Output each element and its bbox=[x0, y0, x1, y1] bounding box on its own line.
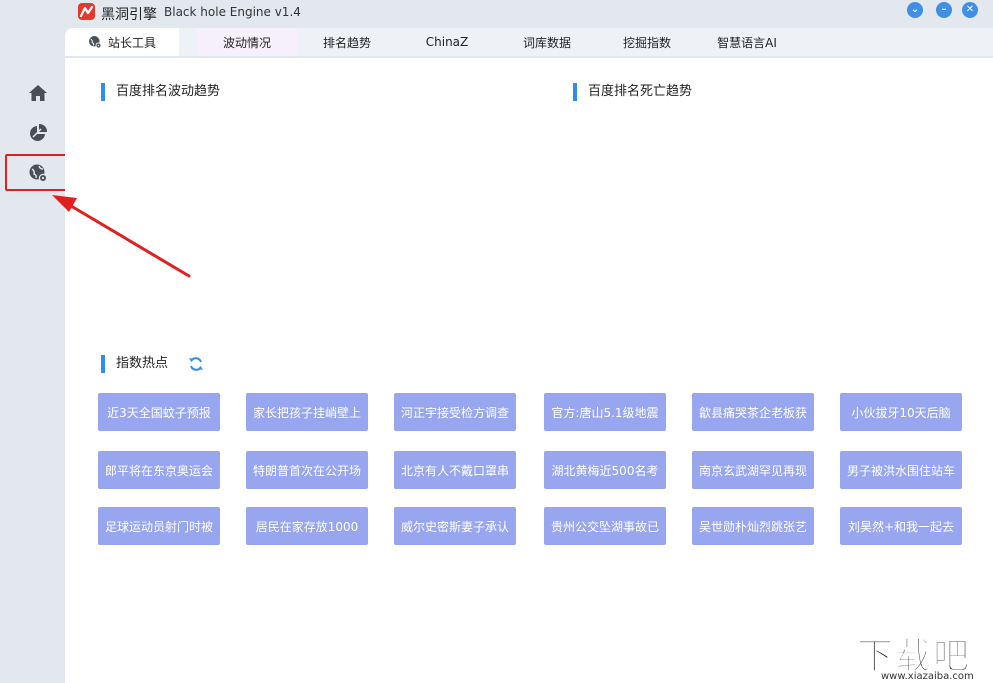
tab-label: 站长工具 bbox=[107, 35, 156, 50]
collapse-button[interactable]: ⌄ bbox=[907, 2, 923, 18]
tab-webmaster-tools[interactable]: 站长工具 bbox=[65, 28, 179, 56]
sidebar bbox=[0, 26, 65, 683]
tab-label: ChinaZ bbox=[425, 35, 469, 49]
home-icon bbox=[29, 85, 47, 101]
section-title-hot: 指数热点 bbox=[101, 354, 168, 374]
refresh-button[interactable] bbox=[188, 356, 204, 372]
watermark-url: www.xiazaiba.com bbox=[881, 671, 974, 682]
section-title-dead: 百度排名死亡趋势 bbox=[573, 82, 692, 102]
close-icon: ✕ bbox=[965, 4, 975, 15]
section-title-fluctuation: 百度排名波动趋势 bbox=[101, 82, 220, 102]
highlight-box bbox=[5, 154, 74, 191]
minimize-button[interactable]: – bbox=[936, 2, 952, 18]
hot-item[interactable]: 居民在家存放1000 bbox=[246, 507, 368, 545]
hot-item[interactable]: 男子被洪水围住站车 bbox=[840, 451, 962, 489]
sidebar-item-stats[interactable] bbox=[28, 123, 48, 143]
hot-item[interactable]: 特朗普首次在公开场 bbox=[246, 451, 368, 489]
hot-item[interactable]: 近3天全国蚊子预报 bbox=[98, 393, 220, 431]
app-logo-icon bbox=[78, 3, 95, 20]
hot-item[interactable]: 河正宇接受检方调查 bbox=[394, 393, 516, 431]
tab-label: 波动情况 bbox=[222, 35, 271, 50]
chevron-down-icon: ⌄ bbox=[910, 4, 920, 15]
hot-item[interactable]: 刘昊然+和我一起去 bbox=[840, 507, 962, 545]
hot-item[interactable]: 南京玄武湖罕见再现 bbox=[692, 451, 814, 489]
tab-ranking-trend[interactable]: 排名趋势 bbox=[297, 28, 397, 56]
app-title: 黑洞引擎 bbox=[101, 7, 157, 23]
hot-item[interactable]: 郎平将在东京奥运会 bbox=[98, 451, 220, 489]
hot-item[interactable]: 歙县痛哭茶企老板获 bbox=[692, 393, 814, 431]
tab-label: 词库数据 bbox=[522, 35, 571, 50]
close-button[interactable]: ✕ bbox=[962, 2, 978, 18]
watermark-logo: 下载吧 www.xiazaiba.com bbox=[856, 627, 993, 683]
tab-mining-index[interactable]: 挖掘指数 bbox=[597, 28, 697, 56]
hot-item[interactable]: 小伙拔牙10天后脑 bbox=[840, 393, 962, 431]
tab-smart-language-ai[interactable]: 智慧语言AI bbox=[697, 28, 797, 56]
tab-lexicon-data[interactable]: 词库数据 bbox=[497, 28, 597, 56]
minimize-icon: – bbox=[941, 4, 947, 15]
hot-item[interactable]: 贵州公交坠湖事故已 bbox=[544, 507, 666, 545]
tab-label: 挖掘指数 bbox=[622, 35, 671, 50]
globe-gear-icon bbox=[89, 36, 102, 49]
title-bar: 黑洞引擎 Black hole Engine v1.4 ⌄ – ✕ bbox=[0, 0, 993, 26]
refresh-icon bbox=[189, 357, 203, 371]
hot-item[interactable]: 北京有人不戴口罩串 bbox=[394, 451, 516, 489]
tab-bar: 站长工具 波动情况 排名趋势 ChinaZ 词库数据 挖掘指数 智慧语言AI bbox=[65, 28, 993, 56]
tab-chinaz[interactable]: ChinaZ bbox=[397, 28, 497, 56]
hot-item[interactable]: 官方:唐山5.1级地震 bbox=[544, 393, 666, 431]
sidebar-item-home[interactable] bbox=[28, 83, 48, 103]
hot-item[interactable]: 吴世勋朴灿烈跳张艺 bbox=[692, 507, 814, 545]
hot-item[interactable]: 家长把孩子挂峭壁上 bbox=[246, 393, 368, 431]
hot-item[interactable]: 威尔史密斯妻子承认 bbox=[394, 507, 516, 545]
pie-chart-icon bbox=[30, 123, 48, 141]
tab-label: 排名趋势 bbox=[322, 35, 371, 50]
hot-item[interactable]: 湖北黄梅近500名考 bbox=[544, 451, 666, 489]
hot-item[interactable]: 足球运动员射门时被 bbox=[98, 507, 220, 545]
app-subtitle: Black hole Engine v1.4 bbox=[164, 5, 301, 19]
tab-label: 智慧语言AI bbox=[717, 35, 777, 50]
tab-fluctuation[interactable]: 波动情况 bbox=[197, 28, 297, 56]
content-panel bbox=[65, 56, 993, 683]
